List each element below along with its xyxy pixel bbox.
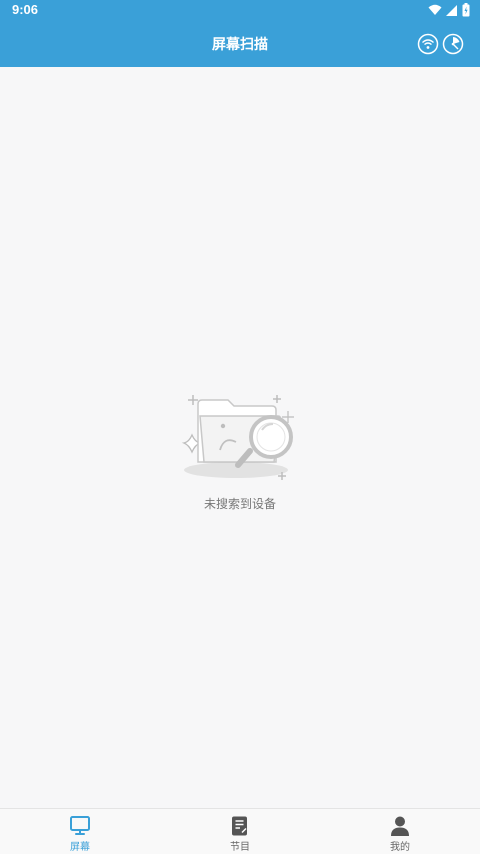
app-header: 屏幕扫描: [0, 22, 480, 67]
signal-icon: [446, 5, 457, 16]
nav-item-screen[interactable]: 屏幕: [0, 809, 160, 854]
monitor-icon: [70, 816, 90, 835]
folder-search-icon: [181, 395, 294, 480]
nav-label-screen: 屏幕: [70, 842, 90, 853]
status-icons: [428, 3, 470, 17]
nav-item-program[interactable]: 节目: [160, 809, 320, 854]
nav-label-program: 节目: [230, 842, 250, 853]
document-icon: [232, 816, 247, 836]
device-list-area: 未搜索到设备: [0, 67, 480, 808]
bottom-nav: 屏幕 节目 我的: [0, 808, 480, 854]
nav-item-mine[interactable]: 我的: [320, 809, 480, 854]
wifi-scan-icon[interactable]: [417, 33, 439, 55]
radar-icon[interactable]: [442, 33, 464, 55]
page-title: 屏幕扫描: [212, 37, 268, 53]
empty-state-message: 未搜索到设备: [203, 497, 276, 511]
nav-label-mine: 我的: [390, 842, 410, 853]
status-bar: 9:06: [0, 0, 480, 22]
battery-icon: [462, 3, 470, 17]
wifi-icon: [428, 4, 442, 15]
user-icon: [391, 816, 409, 836]
status-time: 9:06: [12, 2, 39, 17]
